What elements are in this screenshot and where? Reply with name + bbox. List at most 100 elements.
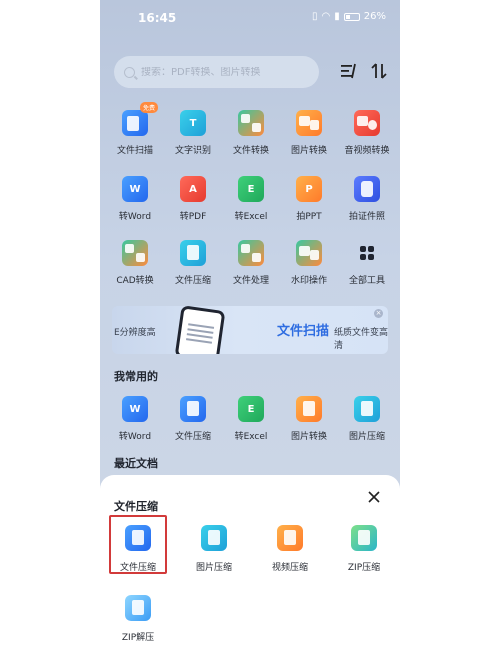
tool-photo-ppt[interactable]: P 拍PPT [280,176,338,222]
tool-cad-convert[interactable]: CAD转换 [106,240,164,286]
option-label: 视频压缩 [271,563,308,573]
tool-grid-row-1: 免费 文件扫描 T 文字识别 文件转换 图片转换 音视频转换 [106,102,396,156]
tool-label: 水印操作 [290,276,327,286]
recent-docs-title: 最近文档 [114,457,158,470]
tool-to-pdf[interactable]: A 转PDF [164,176,222,222]
banner-title: 文件扫描 [277,324,330,339]
tool-label: 转Excel [234,432,268,442]
banner-close-icon[interactable]: × [374,309,383,318]
cad-icon [122,240,148,266]
tool-file-process[interactable]: 文件处理 [222,240,280,286]
fav-image-convert[interactable]: 图片转换 [280,396,338,442]
image-compress-icon [354,396,380,422]
compress-icon [180,396,206,422]
tool-label: 全部工具 [348,276,385,286]
tool-label: 文件转换 [232,146,269,156]
option-file-compress[interactable]: 文件压缩 [108,525,168,573]
status-bar: 16:45 ▯ ◠ ▮ 26% [100,0,400,36]
free-badge: 免费 [139,102,158,113]
close-icon[interactable] [366,489,382,505]
tool-label: 音视频转换 [344,146,390,156]
banner-subtitle: 纸质文件变高清 [334,328,388,351]
option-label: 文件压缩 [119,563,156,573]
favorites-row: W 转Word 文件压缩 E 转Excel 图片转换 图片压缩 [106,396,396,442]
tool-grid-row-2: W 转Word A 转PDF E 转Excel P 拍PPT 拍证件照 [106,176,396,222]
image-convert-icon [296,396,322,422]
wifi-icon: ◠ [321,11,331,22]
search-input[interactable] [141,66,301,78]
tool-watermark[interactable]: 水印操作 [280,240,338,286]
option-zip-extract[interactable]: ZIP解压 [108,595,168,643]
compress-bottom-sheet: 文件压缩 文件压缩 图片压缩 视频压缩 ZIP压缩 ZIP解压 [100,475,400,652]
tool-label: 文件处理 [232,276,269,286]
compress-icon [180,240,206,266]
status-icons: ▯ ◠ ▮ 26% [312,11,386,22]
tool-label: 转PDF [179,212,207,222]
word-icon: W [122,176,148,202]
option-label: ZIP压缩 [347,563,381,573]
word-icon: W [122,396,148,422]
tool-all-tools[interactable]: 全部工具 [338,240,396,286]
tool-file-convert[interactable]: 文件转换 [222,110,280,156]
tool-label: 转Excel [234,212,268,222]
tool-av-convert[interactable]: 音视频转换 [338,110,396,156]
tool-label: 文件扫描 [116,146,153,156]
search-icon [124,66,135,78]
option-video-compress[interactable]: 视频压缩 [260,525,320,573]
list-view-icon[interactable] [338,60,360,82]
av-convert-icon [354,110,380,136]
pdf-icon: A [180,176,206,202]
fav-file-compress[interactable]: 文件压缩 [164,396,222,442]
tool-id-photo[interactable]: 拍证件照 [338,176,396,222]
image-compress-icon [201,525,227,551]
video-compress-icon [277,525,303,551]
promo-banner[interactable]: E分辨度高 文件扫描 纸质文件变高清 × [112,306,388,354]
banner-left-text: E分辨度高 [114,328,156,338]
tool-file-scan[interactable]: 免费 文件扫描 [106,102,164,156]
battery-icon [343,12,360,21]
zip-extract-icon [125,595,151,621]
file-process-icon [238,240,264,266]
scan-icon: 免费 [122,102,158,136]
zip-compress-icon [351,525,377,551]
tool-label: 拍证件照 [348,212,385,222]
file-convert-icon [238,110,264,136]
excel-icon: E [238,176,264,202]
excel-icon: E [238,396,264,422]
fav-image-compress[interactable]: 图片压缩 [338,396,396,442]
tool-to-excel[interactable]: E 转Excel [222,176,280,222]
tool-label: CAD转换 [116,276,154,286]
file-compress-icon [125,525,151,551]
sheet-title: 文件压缩 [114,500,158,513]
sort-icon[interactable] [368,60,390,82]
sim-icon: ▮ [334,11,340,22]
tool-label: 图片转换 [290,146,327,156]
status-time: 16:45 [138,11,177,25]
tool-file-compress[interactable]: 文件压缩 [164,240,222,286]
id-photo-icon [354,176,380,202]
option-zip-compress[interactable]: ZIP压缩 [334,525,394,573]
tool-label: 文件压缩 [174,432,211,442]
battery-percent: 26% [363,11,386,22]
tool-text-recognition[interactable]: T 文字识别 [164,110,222,156]
option-image-compress[interactable]: 图片压缩 [184,525,244,573]
favorites-title: 我常用的 [114,370,158,383]
search-bar[interactable] [114,56,319,88]
text-recognition-icon: T [180,110,206,136]
phone-illustration [174,306,226,354]
all-tools-icon [354,240,380,266]
tool-label: 转Word [118,432,152,442]
fav-to-excel[interactable]: E 转Excel [222,396,280,442]
tool-image-convert[interactable]: 图片转换 [280,110,338,156]
tool-label: 文件压缩 [174,276,211,286]
tool-to-word[interactable]: W 转Word [106,176,164,222]
tool-label: 拍PPT [296,212,322,222]
tool-label: 转Word [118,212,152,222]
option-label: ZIP解压 [121,633,155,643]
fav-to-word[interactable]: W 转Word [106,396,164,442]
tool-label: 图片转换 [290,432,327,442]
phone-screen: 16:45 ▯ ◠ ▮ 26% 免费 文件扫描 T [100,0,400,652]
image-convert-icon [296,110,322,136]
tool-label: 文字识别 [174,146,211,156]
watermark-icon [296,240,322,266]
